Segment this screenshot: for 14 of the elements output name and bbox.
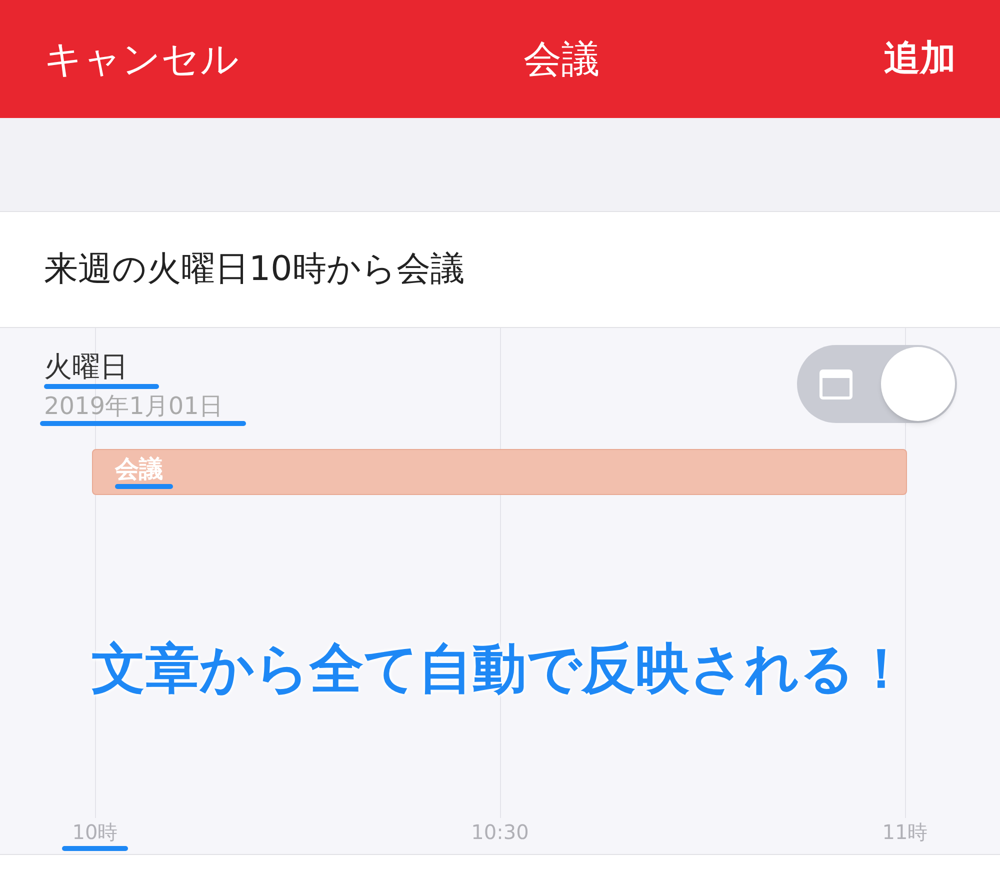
time-label: 11時 — [882, 819, 928, 846]
caption-text: 文章から全て自動で反映される！ — [92, 636, 908, 702]
annotation-underline — [115, 484, 173, 489]
window-title: 会議 — [524, 36, 600, 82]
calendar-icon — [819, 368, 853, 400]
event-title: 会議 — [115, 454, 163, 484]
time-label: 10:30 — [471, 819, 529, 846]
weekday-label: 火曜日 — [44, 350, 128, 384]
event-input-field[interactable]: 来週の火曜日10時から会議 — [44, 244, 956, 295]
cancel-button[interactable]: キャンセル — [44, 30, 239, 88]
add-button[interactable]: 追加 — [884, 32, 956, 86]
time-label: 10時 — [72, 819, 118, 846]
annotation-underline — [62, 846, 128, 851]
date-label: 2019年1月01日 — [43, 391, 224, 421]
